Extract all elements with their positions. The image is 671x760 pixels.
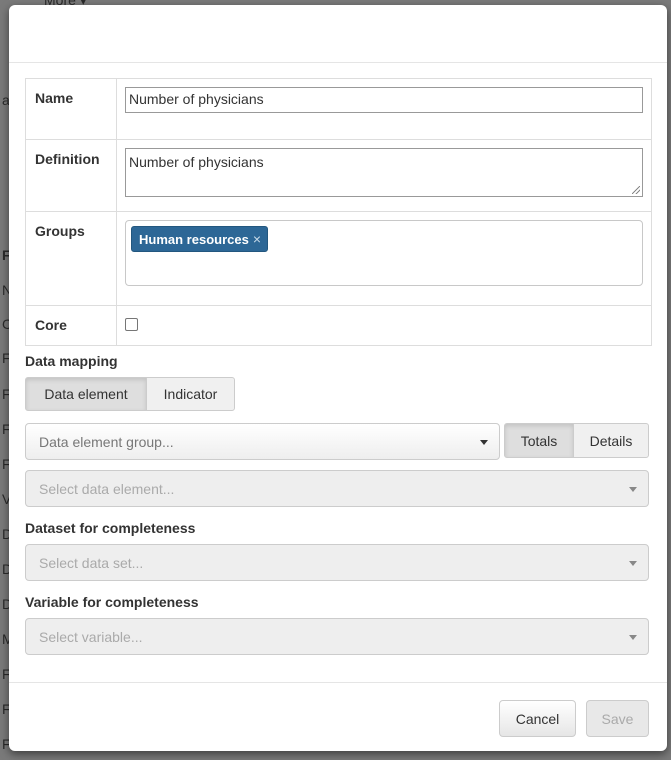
group-tag-label: Human resources: [139, 232, 249, 247]
name-label: Name: [25, 78, 117, 140]
dataset-completeness-label: Dataset for completeness: [25, 520, 196, 536]
details-button[interactable]: Details: [573, 423, 649, 458]
modal-header: [9, 5, 667, 63]
definition-textarea[interactable]: Number of physicians: [125, 148, 643, 197]
save-button[interactable]: Save: [586, 700, 649, 737]
data-element-select[interactable]: Select data element...: [25, 470, 649, 507]
name-input[interactable]: Number of physicians: [125, 87, 643, 113]
definition-row: Definition Number of physicians: [25, 139, 652, 212]
totals-button[interactable]: Totals: [504, 423, 574, 458]
definition-text: Number of physicians: [129, 154, 264, 170]
mapping-type-toggle: Data element Indicator: [25, 377, 235, 411]
remove-tag-icon[interactable]: ×: [253, 231, 261, 247]
edit-indicator-modal: Name Number of physicians Definition Num…: [9, 5, 667, 751]
modal-footer: Cancel Save: [9, 682, 667, 751]
aggregation-toggle: Totals Details: [504, 423, 649, 458]
groups-label: Groups: [25, 211, 117, 306]
core-row: Core: [25, 305, 652, 346]
definition-label: Definition: [25, 139, 117, 212]
group-tag: Human resources ×: [131, 226, 269, 252]
variable-completeness-label: Variable for completeness: [25, 594, 199, 610]
data-element-placeholder: Select data element...: [39, 480, 175, 497]
dataset-select[interactable]: Select data set...: [25, 544, 649, 581]
data-element-group-placeholder: Data element group...: [39, 433, 174, 450]
dataset-placeholder: Select data set...: [39, 554, 144, 571]
variable-placeholder: Select variable...: [39, 628, 143, 645]
groups-tag-input[interactable]: Human resources ×: [125, 220, 643, 286]
data-element-group-select[interactable]: Data element group...: [25, 423, 500, 460]
properties-table: Name Number of physicians Definition Num…: [25, 78, 652, 346]
data-mapping-label: Data mapping: [25, 353, 118, 369]
name-row: Name Number of physicians: [25, 78, 652, 140]
resize-grip-icon[interactable]: [632, 186, 640, 194]
data-element-button[interactable]: Data element: [25, 377, 147, 411]
chevron-down-icon: [629, 486, 637, 492]
chevron-down-icon: [629, 634, 637, 640]
core-label: Core: [25, 305, 117, 346]
groups-row: Groups Human resources ×: [25, 211, 652, 306]
indicator-button[interactable]: Indicator: [146, 377, 235, 411]
chevron-down-icon: [480, 439, 488, 445]
chevron-down-icon: [629, 560, 637, 566]
cancel-button[interactable]: Cancel: [499, 700, 576, 737]
variable-select[interactable]: Select variable...: [25, 618, 649, 655]
core-checkbox[interactable]: [125, 318, 138, 331]
